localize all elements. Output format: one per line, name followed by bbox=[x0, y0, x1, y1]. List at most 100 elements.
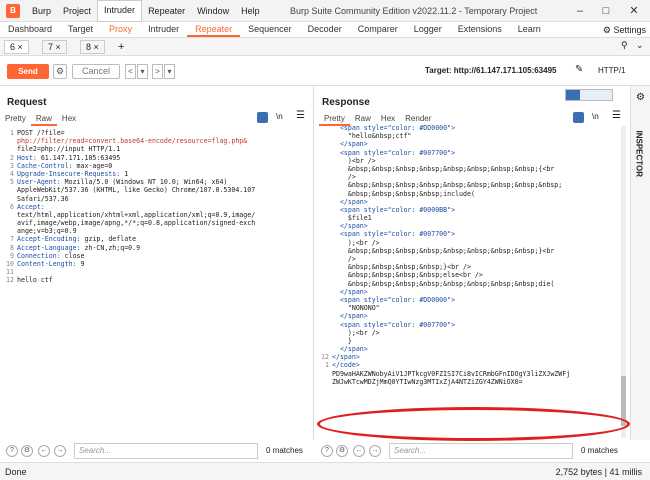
line-number: 11 bbox=[6, 268, 14, 277]
prev-match-icon[interactable]: ← bbox=[353, 445, 365, 457]
code-line: &nbsp;&nbsp;&nbsp;&nbsp;&nbsp;&nbsp;&nbs… bbox=[319, 181, 619, 189]
code-token: zh-CN,zh;q=0.9 bbox=[84, 243, 141, 252]
code-token: $file1 bbox=[332, 214, 372, 223]
request-tabs: Pretty Raw Hex bbox=[0, 112, 81, 126]
prev-match-icon[interactable]: ← bbox=[38, 445, 50, 457]
settings-label: Settings bbox=[613, 25, 646, 35]
tab-repeater[interactable]: Repeater bbox=[187, 22, 241, 37]
code-line: /> bbox=[319, 255, 619, 263]
scrollbar[interactable] bbox=[621, 126, 626, 438]
menu-intruder[interactable]: Intruder bbox=[97, 0, 143, 22]
tab-dashboard[interactable]: Dashboard bbox=[0, 22, 60, 37]
menu-burp[interactable]: Burp bbox=[26, 0, 57, 22]
inspector-settings-icon[interactable]: ⚙ bbox=[636, 92, 645, 103]
add-tab-button[interactable]: + bbox=[118, 40, 124, 54]
send-options-gear-icon[interactable]: ⚙ bbox=[53, 64, 67, 79]
tab-target[interactable]: Target bbox=[60, 22, 101, 37]
inspector-label[interactable]: INSPECTOR bbox=[635, 131, 644, 191]
line-number: 1 bbox=[10, 129, 14, 137]
search-settings-icon[interactable]: ⚙ bbox=[336, 445, 348, 457]
next-match-icon[interactable]: → bbox=[369, 445, 381, 457]
menu-icon[interactable]: ☰ bbox=[296, 110, 305, 121]
code-token: Accept-Encoding: bbox=[17, 235, 85, 244]
layout-split-icon[interactable] bbox=[566, 90, 580, 100]
search-settings-icon[interactable]: ⚙ bbox=[21, 445, 33, 457]
close-icon[interactable]: ✕ bbox=[620, 0, 648, 22]
send-button[interactable]: Send bbox=[7, 64, 49, 79]
menu-repeater[interactable]: Repeater bbox=[142, 0, 191, 22]
code-token: <span style="color: #DD0000"> bbox=[332, 124, 456, 132]
highlight-circle bbox=[317, 407, 630, 441]
code-token: hello ctf bbox=[17, 276, 53, 285]
message-actions-icon[interactable] bbox=[257, 112, 268, 123]
code-line: "NONONO" bbox=[319, 304, 619, 312]
response-search-input[interactable]: Search... bbox=[389, 443, 573, 459]
code-line: </span> bbox=[319, 288, 619, 296]
code-token: &nbsp;&nbsp;&nbsp;&nbsp;&nbsp;&nbsp;&nbs… bbox=[332, 279, 555, 288]
inspector-sidebar[interactable]: ⚙ INSPECTOR bbox=[630, 86, 650, 440]
code-token: file2=php://input HTTP/1.1 bbox=[17, 145, 121, 154]
code-line: </span> bbox=[319, 222, 619, 230]
line-number: 12 bbox=[321, 353, 329, 362]
code-token: close bbox=[64, 251, 85, 260]
back-dropdown-icon[interactable]: ▾ bbox=[137, 64, 148, 79]
maximize-icon[interactable]: □ bbox=[592, 0, 620, 22]
response-search-bar: ? ⚙ ← → Search... 0 matches bbox=[315, 442, 630, 462]
help-icon[interactable]: ? bbox=[321, 445, 333, 457]
repeater-tab-6[interactable]: 6 × bbox=[4, 40, 29, 54]
code-line: ZWJwKTcwMDZjMmQ0YTIwNzg3MTIxZjA4NTZiZGY4… bbox=[319, 378, 619, 386]
tab-learn[interactable]: Learn bbox=[510, 22, 549, 37]
tab-intruder[interactable]: Intruder bbox=[140, 22, 187, 37]
code-line: } bbox=[319, 337, 619, 345]
layout-toggle[interactable] bbox=[565, 89, 613, 101]
tab-decoder[interactable]: Decoder bbox=[300, 22, 350, 37]
response-actions-icon[interactable] bbox=[573, 112, 584, 123]
repeater-tab-7[interactable]: 7 × bbox=[42, 40, 67, 54]
http-version[interactable]: HTTP/1 bbox=[598, 65, 626, 77]
code-line: 4 Upgrade-Insecure-Requests: 1 bbox=[4, 170, 310, 178]
tab-extensions[interactable]: Extensions bbox=[450, 22, 510, 37]
code-token: 61.147.171.105:63495 bbox=[40, 153, 121, 162]
code-token: </span> bbox=[332, 345, 368, 354]
cancel-button[interactable]: Cancel bbox=[72, 64, 120, 79]
chevron-down-icon[interactable]: ⌄ bbox=[636, 40, 644, 51]
tab-pretty[interactable]: Pretty bbox=[0, 112, 31, 126]
tab-proxy[interactable]: Proxy bbox=[101, 22, 140, 37]
code-line: PD9waHAKZWNobyAiV1JPTkcgV0FZISI7Ci8vICRm… bbox=[319, 370, 619, 378]
code-line: $file1 bbox=[319, 214, 619, 222]
repeater-tab-8[interactable]: 8 × bbox=[80, 40, 105, 54]
response-menu-icon[interactable]: ☰ bbox=[612, 110, 621, 121]
response-editor[interactable]: <span style="color: #DD0000"> "hello&nbs… bbox=[319, 124, 619, 386]
code-token: Accept: bbox=[17, 202, 45, 211]
forward-button[interactable]: > bbox=[152, 64, 163, 79]
settings-button[interactable]: ⚙ Settings bbox=[603, 22, 646, 38]
minimize-icon[interactable]: – bbox=[566, 0, 594, 22]
code-line: &nbsp;&nbsp;&nbsp;&nbsp;}<br /> bbox=[319, 263, 619, 271]
tab-sequencer[interactable]: Sequencer bbox=[240, 22, 300, 37]
menu-help[interactable]: Help bbox=[235, 0, 266, 22]
tab-logger[interactable]: Logger bbox=[406, 22, 450, 37]
request-editor[interactable]: 1 POST /?file= php://filter/read=convert.b… bbox=[4, 129, 310, 285]
help-icon[interactable]: ? bbox=[6, 445, 18, 457]
request-search-input[interactable]: Search... bbox=[74, 443, 258, 459]
menu-window[interactable]: Window bbox=[191, 0, 235, 22]
menu-project[interactable]: Project bbox=[57, 0, 97, 22]
response-newline-icon[interactable]: \n bbox=[592, 112, 599, 121]
tab-hex[interactable]: Hex bbox=[57, 112, 81, 126]
tab-comparer[interactable]: Comparer bbox=[350, 22, 406, 37]
line-number: 3 bbox=[10, 161, 14, 170]
code-token: <span style="color: #007700"> bbox=[332, 320, 456, 329]
forward-dropdown-icon[interactable]: ▾ bbox=[164, 64, 175, 79]
code-line: 12 hello ctf bbox=[4, 276, 310, 284]
newline-toggle-icon[interactable]: \n bbox=[276, 112, 283, 121]
back-button[interactable]: < bbox=[125, 64, 136, 79]
edit-target-pencil-icon[interactable]: ✎ bbox=[575, 64, 583, 75]
code-token: avif,image/webp,image/apng,*/*;q=0.8,app… bbox=[17, 219, 256, 228]
code-line: 2 Host: 61.147.171.105:63495 bbox=[4, 154, 310, 162]
search-icon[interactable]: ⚲ bbox=[621, 40, 628, 51]
menu-bar: Burp Project Intruder Repeater Window Help bbox=[26, 0, 266, 22]
code-token: &nbsp;&nbsp;&nbsp;&nbsp;&nbsp;&nbsp;&nbs… bbox=[332, 164, 555, 173]
next-match-icon[interactable]: → bbox=[54, 445, 66, 457]
code-token: gzip, deflate bbox=[84, 235, 137, 244]
tab-raw[interactable]: Raw bbox=[30, 112, 57, 126]
